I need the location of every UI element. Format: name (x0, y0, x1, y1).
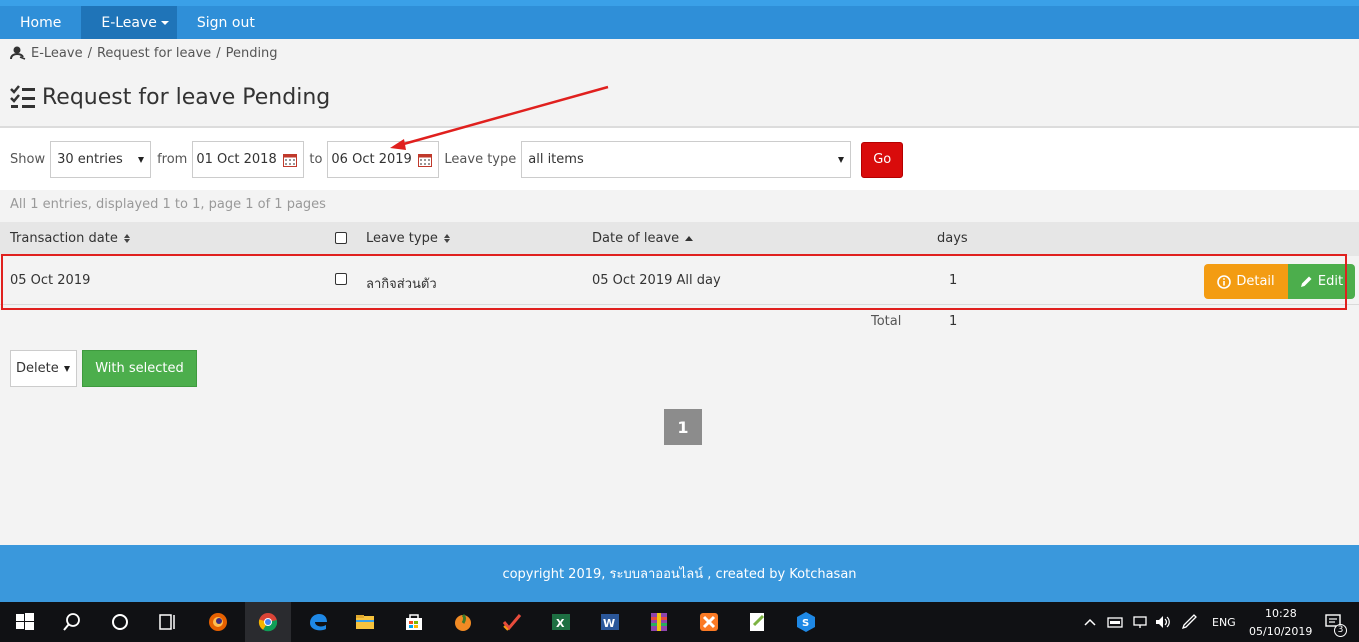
leave-type-select[interactable]: all items (521, 141, 852, 178)
sort-icon (123, 234, 130, 243)
chevron-down-icon (160, 20, 169, 25)
bulk-action-value: Delete (16, 361, 59, 376)
dropdown-arrow-icon (64, 366, 70, 372)
select-all-checkbox[interactable] (335, 232, 347, 244)
checklist-icon (10, 85, 35, 108)
total-label: Total (871, 314, 902, 329)
taskbar-date[interactable]: 05/10/2019 (1249, 625, 1312, 638)
column-transaction-date[interactable]: Transaction date (10, 231, 130, 246)
chrome-icon[interactable] (257, 611, 279, 633)
highlight-annotation-box (1, 254, 1347, 310)
total-value: 1 (949, 314, 958, 329)
svg-text:S: S (802, 618, 809, 629)
nav-home-label: Home (20, 14, 62, 31)
page-header: Request for leave Pending (10, 84, 330, 110)
windows-taskbar: X W S ENG 10:28 05/10/2019 3 (0, 602, 1359, 642)
top-navbar: Home E-Leave Sign out (0, 0, 1359, 39)
show-label: Show (10, 152, 46, 167)
footer: copyright 2019, ระบบลาออนไลน์ , created … (0, 545, 1359, 602)
breadcrumb-request-for-leave[interactable]: Request for leave (97, 46, 211, 61)
dropdown-arrow-icon (138, 157, 145, 163)
to-date-value: 06 Oct 2019 (331, 152, 412, 167)
calendar-icon[interactable] (417, 153, 432, 167)
bulk-actions: Delete With selected (10, 350, 197, 387)
entries-value: 30 entries (57, 152, 123, 167)
windows-start-icon[interactable] (14, 611, 36, 633)
column-days: days (937, 231, 968, 246)
notification-count-badge: 3 (1334, 624, 1347, 637)
nav-sign-out-label: Sign out (196, 14, 255, 31)
column-days-label: days (937, 231, 968, 246)
taskbar-time[interactable]: 10:28 (1265, 607, 1297, 620)
language-indicator[interactable]: ENG (1212, 616, 1236, 629)
from-date-input[interactable]: 01 Oct 2018 (192, 141, 305, 178)
sort-icon (443, 234, 450, 243)
nav-home[interactable]: Home (0, 6, 81, 39)
pen-icon[interactable] (1181, 614, 1199, 630)
table-header: Transaction date Leave type Date of leav… (0, 222, 1359, 256)
main-nav: Home E-Leave Sign out (0, 6, 1359, 39)
search-icon[interactable] (61, 611, 83, 633)
chevron-up-icon[interactable] (1084, 617, 1096, 627)
cortana-icon[interactable] (109, 611, 131, 633)
store-icon[interactable] (403, 611, 425, 633)
entries-summary: All 1 entries, displayed 1 to 1, page 1 … (10, 197, 326, 212)
column-leave-type-label: Leave type (366, 231, 438, 246)
sort-ascending-icon (685, 236, 694, 241)
dropdown-arrow-icon (838, 157, 845, 163)
winrar-icon[interactable] (648, 611, 670, 633)
column-transaction-date-label: Transaction date (10, 231, 118, 246)
with-selected-button[interactable]: With selected (82, 350, 197, 387)
breadcrumb-e-leave[interactable]: E-Leave (31, 46, 83, 61)
sync-app-icon[interactable]: S (795, 611, 817, 633)
excel-icon[interactable]: X (550, 611, 572, 633)
task-view-icon[interactable] (157, 611, 179, 633)
breadcrumb-pending: Pending (225, 45, 278, 61)
breadcrumb: E-Leave / Request for leave / Pending (10, 45, 278, 61)
nav-e-leave-label: E-Leave (101, 14, 157, 31)
column-leave-type[interactable]: Leave type (366, 231, 450, 246)
nav-e-leave[interactable]: E-Leave (81, 6, 177, 39)
breadcrumb-separator: / (87, 45, 92, 61)
volume-icon[interactable] (1155, 615, 1171, 629)
to-date-input[interactable]: 06 Oct 2019 (327, 141, 440, 178)
notepad-icon[interactable] (746, 611, 768, 633)
bulk-action-select[interactable]: Delete (10, 350, 77, 387)
network-icon[interactable] (1132, 615, 1148, 629)
task-app-icon[interactable] (501, 611, 523, 633)
fl-studio-icon[interactable] (452, 611, 474, 633)
column-date-of-leave[interactable]: Date of leave (592, 231, 694, 246)
xampp-icon[interactable] (698, 611, 720, 633)
keyboard-icon[interactable] (1107, 615, 1123, 629)
edge-icon[interactable] (307, 611, 329, 633)
go-button[interactable]: Go (861, 141, 904, 178)
column-date-of-leave-label: Date of leave (592, 231, 680, 246)
pagination-page-1[interactable]: 1 (664, 409, 702, 445)
leave-type-label: Leave type (444, 152, 517, 167)
breadcrumb-separator: / (216, 45, 221, 61)
firefox-icon[interactable] (207, 611, 229, 633)
to-label: to (309, 152, 323, 167)
nav-sign-out[interactable]: Sign out (177, 6, 275, 39)
leave-type-value: all items (528, 152, 584, 167)
user-icon (10, 46, 26, 60)
calendar-icon[interactable] (282, 153, 297, 167)
entries-select[interactable]: 30 entries (50, 141, 152, 178)
svg-text:X: X (556, 617, 565, 630)
svg-text:W: W (603, 617, 615, 630)
file-explorer-icon[interactable] (354, 611, 376, 633)
filter-row: Show 30 entries from 01 Oct 2018 to 06 O… (10, 141, 904, 178)
from-label: from (157, 152, 188, 167)
filter-panel: Show 30 entries from 01 Oct 2018 to 06 O… (0, 128, 1359, 190)
page-title: Request for leave Pending (42, 84, 331, 110)
footer-copyright: copyright 2019, ระบบลาออนไลน์ , created … (502, 567, 857, 582)
word-icon[interactable]: W (599, 611, 621, 633)
from-date-value: 01 Oct 2018 (196, 152, 277, 167)
